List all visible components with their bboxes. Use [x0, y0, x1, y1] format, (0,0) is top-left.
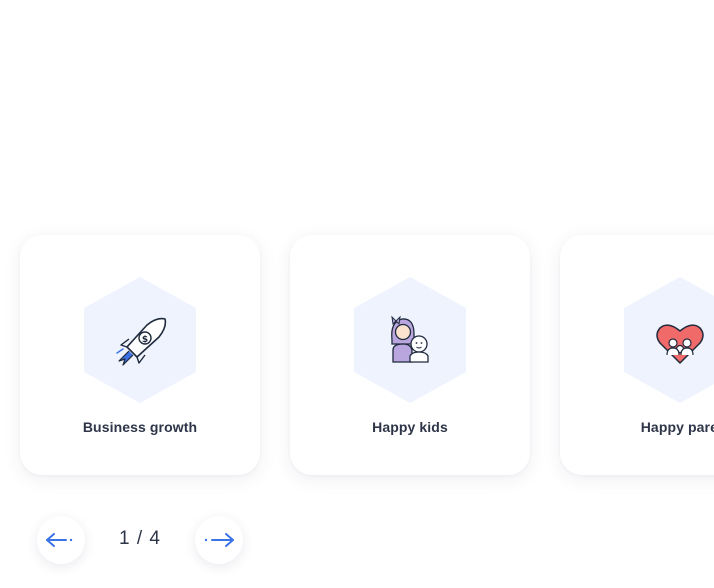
arrow-right-icon	[204, 533, 234, 547]
hexagon-badge	[624, 277, 714, 403]
total-pages: 4	[149, 528, 161, 549]
carousel-card-business-growth[interactable]: $ Business growth	[20, 235, 260, 475]
page-separator: /	[136, 528, 144, 549]
card-title: Happy parents	[640, 419, 714, 435]
carousel-card-happy-parents[interactable]: Happy parents	[560, 235, 714, 475]
pagination-indicator: 1 / 4	[100, 528, 180, 550]
next-button[interactable]	[195, 516, 243, 564]
carousel-card-happy-kids[interactable]: Happy kids	[290, 235, 530, 475]
card-title: Business growth	[82, 419, 198, 435]
svg-text:$: $	[142, 335, 148, 345]
card-title: Happy kids	[372, 419, 448, 435]
carousel: $ Business growth Happy kids Happy par 1…	[0, 0, 714, 588]
hexagon-badge: $	[84, 277, 196, 403]
current-page: 1	[119, 528, 131, 549]
arrow-left-icon	[46, 533, 73, 547]
prev-button[interactable]	[37, 516, 85, 564]
hexagon-badge	[354, 277, 466, 403]
